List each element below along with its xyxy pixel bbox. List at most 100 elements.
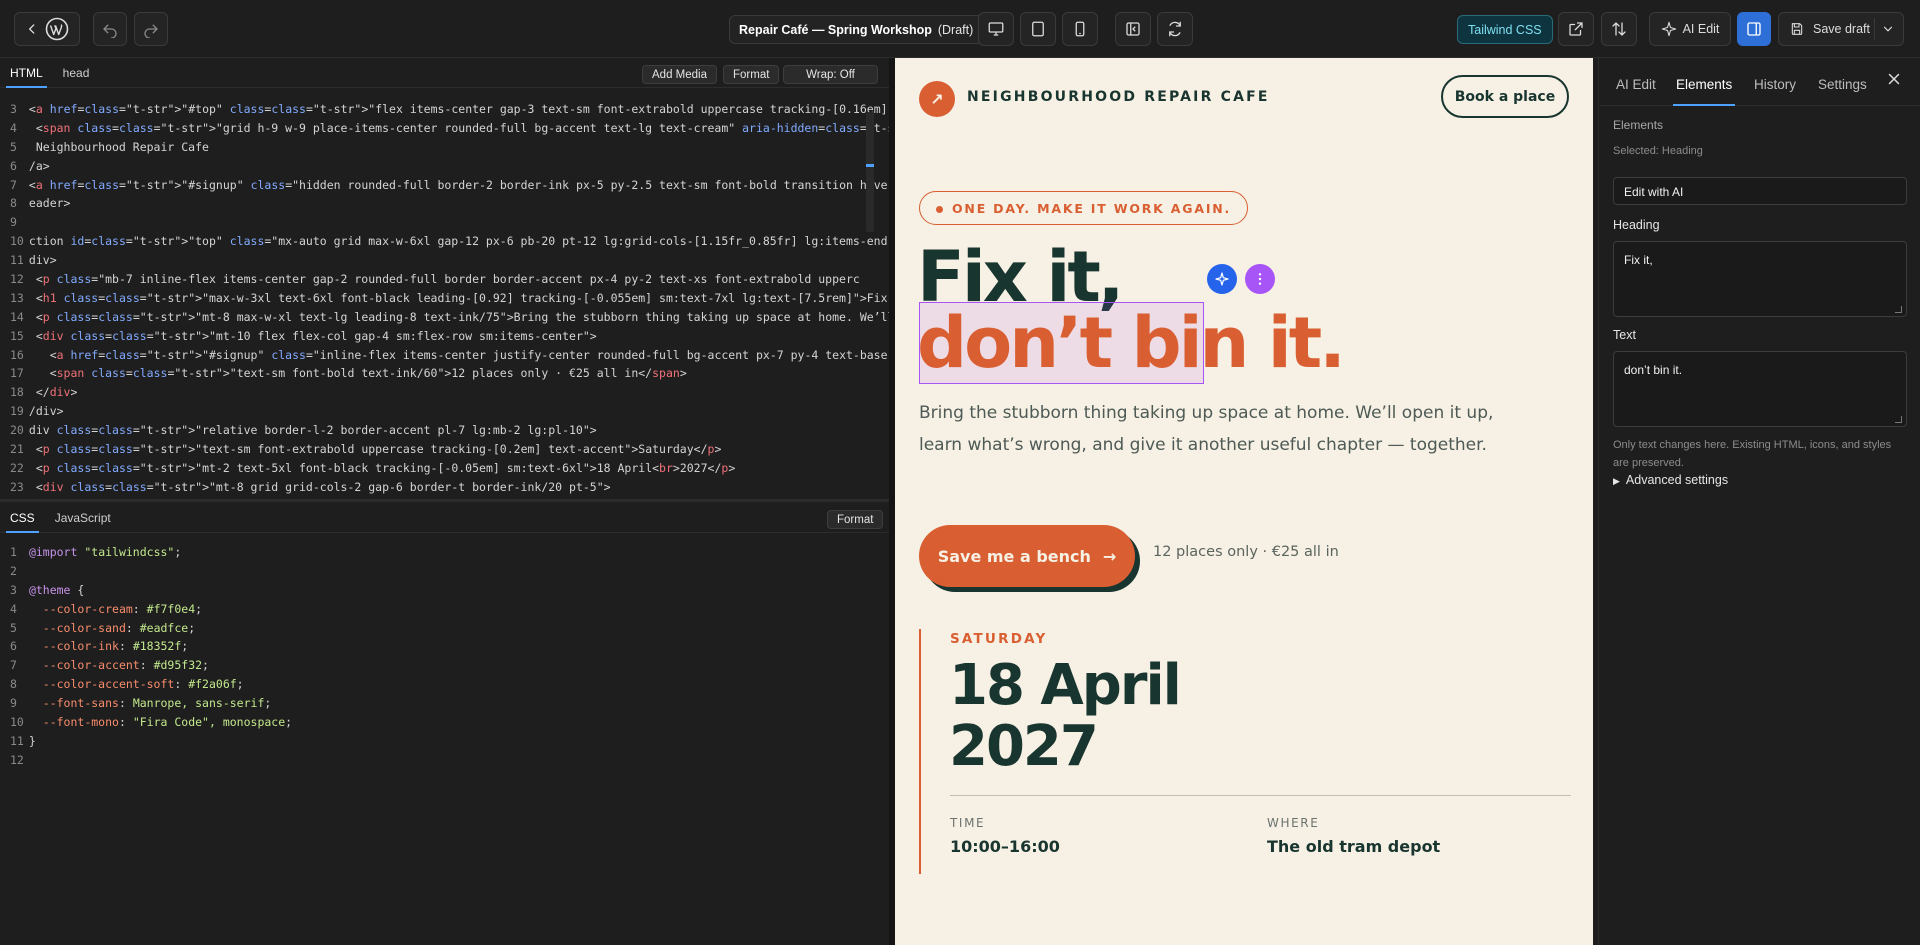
code-line[interactable]: 9 [0, 213, 891, 232]
line-text: @import "tailwindcss"; [28, 545, 182, 559]
advanced-settings-toggle[interactable]: ▶ Advanced settings [1613, 473, 1728, 487]
book-a-place-button[interactable]: Book a place [1441, 75, 1569, 118]
tab-css[interactable]: CSS [0, 503, 45, 533]
toggle-panel-button[interactable] [1737, 12, 1771, 46]
code-line[interactable]: 21 <p class=class="t-str">"text-sm font-… [0, 440, 891, 459]
tab-javascript[interactable]: JavaScript [45, 503, 121, 533]
line-text [22, 753, 29, 767]
line-number: 9 [10, 215, 17, 230]
code-line[interactable]: 10 ction id=class="t-str">"top" class="m… [0, 232, 891, 251]
tailwind-badge[interactable]: Tailwind CSS [1457, 15, 1553, 44]
code-line[interactable]: 4 --color-cream: #f7f0e4; [0, 600, 891, 619]
sort-button[interactable] [1601, 12, 1637, 46]
tab-html[interactable]: HTML [0, 58, 53, 88]
add-media-button[interactable]: Add Media [642, 65, 717, 84]
event-card: Saturday 18 April 2027 Time 10:00–16:00 … [919, 629, 1571, 874]
element-options-button[interactable] [1245, 264, 1275, 294]
close-panel-button[interactable] [1885, 70, 1903, 93]
html-editor-tabs: HTML head Add Media Format Wrap: Off [0, 58, 891, 88]
code-line[interactable]: 19 /div> [0, 402, 891, 421]
wrap-toggle-button[interactable]: Wrap: Off [783, 65, 878, 84]
code-line[interactable]: 8 eader> [0, 194, 891, 213]
code-line[interactable]: 3 <a href=class="t-str">"#top" class=cla… [0, 100, 891, 119]
brand-name[interactable]: Neighbourhood Repair Cafe [967, 89, 1270, 105]
tab-history[interactable]: History [1754, 77, 1796, 92]
code-line[interactable]: 1 @import "tailwindcss"; [0, 543, 891, 562]
refresh-preview-button[interactable] [1157, 12, 1193, 46]
code-line[interactable]: 13 <h1 class=class="t-str">"max-w-3xl te… [0, 289, 891, 308]
code-line[interactable]: 6 --color-ink: #18352f; [0, 637, 891, 656]
code-line[interactable]: 7 --color-accent: #d95f32; [0, 656, 891, 675]
desktop-view-button[interactable] [978, 12, 1014, 46]
undo-button[interactable] [93, 12, 127, 46]
mobile-view-button[interactable] [1062, 12, 1098, 46]
redo-button[interactable] [134, 12, 168, 46]
line-number: 7 [10, 658, 17, 673]
code-line[interactable]: 23 <div class=class="t-str">"mt-8 grid g… [0, 478, 891, 497]
line-number: 18 [10, 385, 24, 400]
ai-edit-button[interactable]: AI Edit [1649, 12, 1731, 46]
tab-settings[interactable]: Settings [1818, 77, 1867, 92]
line-text: <p class=class="t-str">"text-sm font-ext… [22, 442, 722, 457]
code-line[interactable]: 4 <span class=class="t-str">"grid h-9 w-… [0, 119, 891, 138]
tab-ai-edit[interactable]: AI Edit [1616, 77, 1656, 92]
code-line[interactable]: 16 <a href=class="t-str">"#signup" class… [0, 346, 891, 365]
eyebrow-badge: One day. Make it work again. [919, 191, 1249, 225]
code-line[interactable]: 10 --font-mono: "Fira Code", monospace; [0, 713, 891, 732]
line-text: --font-sans: Manrope, sans-serif; [42, 696, 272, 711]
html-editor-scrollbar[interactable] [866, 112, 874, 232]
html-code-editor[interactable]: 3 <a href=class="t-str">"#top" class=cla… [0, 100, 891, 500]
back-wordpress-button[interactable] [14, 12, 80, 46]
save-me-a-bench-button[interactable]: Save me a bench → [919, 525, 1135, 587]
code-line[interactable]: 6 /a> [0, 157, 891, 176]
event-day: Saturday [950, 631, 1048, 647]
heading-textarea[interactable]: Fix it, [1613, 241, 1907, 317]
hero-heading-line2[interactable]: don’t bin it. [917, 308, 1346, 378]
code-line[interactable]: 8 --color-accent-soft: #f2a06f; [0, 675, 891, 694]
code-line[interactable]: 17 <span class=class="t-str">"text-sm fo… [0, 364, 891, 383]
code-line[interactable]: 2 [0, 562, 891, 581]
code-line[interactable]: 11 div> [0, 251, 891, 270]
tablet-view-button[interactable] [1020, 12, 1056, 46]
resize-grip-icon[interactable] [1895, 306, 1902, 313]
css-code-editor[interactable]: 1 @import "tailwindcss"; 2 3 @theme {4 --… [0, 543, 891, 783]
open-external-button[interactable] [1558, 12, 1594, 46]
line-text [22, 564, 29, 578]
brand-logo[interactable]: ↗ [919, 81, 955, 117]
mobile-icon [1075, 21, 1085, 37]
resize-grip-icon[interactable] [1895, 416, 1902, 423]
line-number: 12 [10, 272, 24, 287]
line-number: 22 [10, 460, 24, 475]
code-line[interactable]: 5 Neighbourhood Repair Cafe [0, 138, 891, 157]
code-line[interactable]: 5 --color-sand: #eadfce; [0, 619, 891, 638]
edit-with-ai-input[interactable]: Edit with AI [1613, 177, 1907, 205]
code-line[interactable]: 14 <p class=class="t-str">"mt-8 max-w-xl… [0, 308, 891, 327]
tab-elements[interactable]: Elements [1672, 77, 1736, 106]
format-css-button[interactable]: Format [827, 510, 884, 529]
code-line[interactable]: 3 @theme { [0, 581, 891, 600]
tab-head[interactable]: head [53, 58, 100, 88]
heading-textarea-value: Fix it, [1624, 253, 1653, 267]
save-draft-button[interactable]: Save draft [1778, 12, 1904, 46]
line-text: </div> [22, 385, 78, 400]
line-text: <a href=class="t-str">"#top" class=class… [22, 102, 888, 116]
ai-assist-button[interactable] [1207, 264, 1237, 294]
line-number: 23 [10, 479, 24, 494]
code-line[interactable]: 18 </div> [0, 383, 891, 402]
toggle-sidebar-button[interactable] [1115, 12, 1151, 46]
editor-split-handle[interactable] [0, 499, 891, 502]
document-title[interactable]: Repair Café — Spring Workshop (Draft) [729, 15, 984, 44]
code-line[interactable]: 20 div class=class="t-str">"relative bor… [0, 421, 891, 440]
code-line[interactable]: 9 --font-sans: Manrope, sans-serif; [0, 694, 891, 713]
format-html-button[interactable]: Format [723, 65, 780, 84]
code-line[interactable]: 7 <a href=class="t-str">"#signup" class=… [0, 176, 891, 195]
code-line[interactable]: 11 } [0, 732, 891, 751]
code-line[interactable]: 22 <p class=class="t-str">"mt-2 text-5xl… [0, 459, 891, 478]
code-line[interactable]: 12 <p class="mb-7 inline-flex items-cent… [0, 270, 891, 289]
text-textarea[interactable]: don’t bin it. [1613, 351, 1907, 427]
code-line[interactable]: 15 <div class=class="t-str">"mt-10 flex … [0, 327, 891, 346]
chevron-down-icon[interactable] [1881, 22, 1895, 36]
code-line[interactable]: 12 [0, 751, 891, 770]
line-number: 3 [10, 102, 17, 116]
line-text: <p class=class="t-str">"mt-2 text-5xl fo… [22, 460, 736, 475]
